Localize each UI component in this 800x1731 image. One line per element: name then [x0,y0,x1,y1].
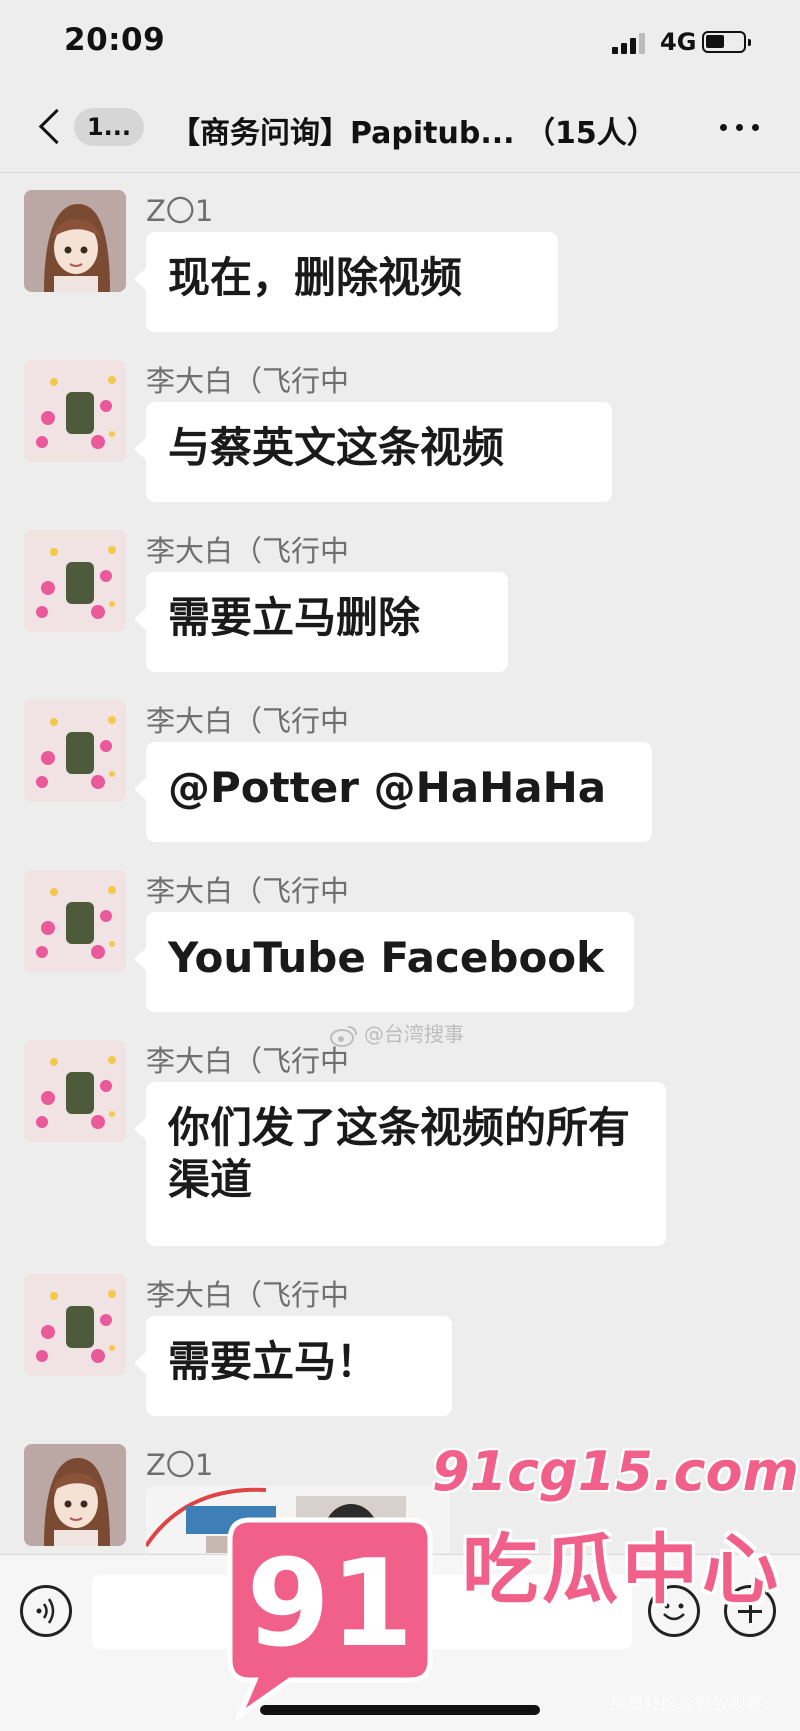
chevron-left-icon [38,108,75,145]
battery-icon [702,31,751,53]
user-avatar[interactable] [24,530,126,632]
footer-watermark: 凤凰社区@蚂蚁观察 [610,1695,763,1715]
more-dot-icon [736,124,743,131]
chat-title: 【商务问询】Papitub... （15人） [170,116,657,151]
sender-name: Z〇1 [146,194,214,228]
voice-input-button[interactable] [20,1585,72,1637]
user-avatar[interactable] [24,1274,126,1376]
weibo-watermark: @台湾搜事 [330,1018,464,1047]
user-avatar[interactable] [24,360,126,462]
message-bubble[interactable]: YouTube Facebook [134,912,634,1012]
sender-name: 李大白（飞行中 [146,534,350,568]
back-button[interactable]: 1... [36,102,148,152]
sender-name: 李大白（飞行中 [146,364,350,398]
status-time: 20:09 [64,22,166,58]
message-bubble[interactable]: @Potter @HaHaHa [134,742,652,842]
network-type: 4G [660,28,697,56]
user-avatar[interactable] [24,1040,126,1142]
sender-name: 李大白（飞行中 [146,1044,350,1078]
message-bubble[interactable]: 与蔡英文这条视频 [134,402,612,502]
user-avatar[interactable] [24,700,126,802]
site-url-watermark: 91cg15.com [432,1440,799,1503]
cellular-signal-icon [612,32,648,54]
unread-badge: 1... [74,108,144,146]
site-logo-number: 91 [247,1535,414,1674]
site-logo-badge: 91 [227,1517,433,1720]
chat-header: 1... 【商务问询】Papitub... （15人） [0,88,800,173]
message-bubble[interactable]: 需要立马删除 [134,572,508,672]
sender-name: Z〇1 [146,1448,214,1482]
message-bubble[interactable]: 你们发了这条视频的所有渠道 [134,1082,666,1246]
message-list[interactable]: Z〇1 现在，删除视频 李大白（飞行中 与蔡英文这条视频 李大白（飞行中 需要立… [0,173,800,1553]
sender-name: 李大白（飞行中 [146,704,350,738]
voice-icon [36,1598,55,1624]
weibo-watermark-text: @台湾搜事 [364,1022,464,1046]
message-bubble[interactable]: 现在，删除视频 [134,232,558,332]
site-name-watermark: 吃瓜中心 [462,1525,782,1614]
user-avatar[interactable] [24,870,126,972]
user-avatar[interactable] [24,190,126,292]
sender-name: 李大白（飞行中 [146,1278,350,1312]
more-dot-icon [720,124,727,131]
sender-name: 李大白（飞行中 [146,874,350,908]
more-dot-icon [752,124,759,131]
status-bar: 20:09 4G [0,0,800,88]
message-bubble[interactable]: 需要立马！ [134,1316,452,1416]
user-avatar[interactable] [24,1444,126,1546]
more-options-button[interactable] [716,108,764,144]
